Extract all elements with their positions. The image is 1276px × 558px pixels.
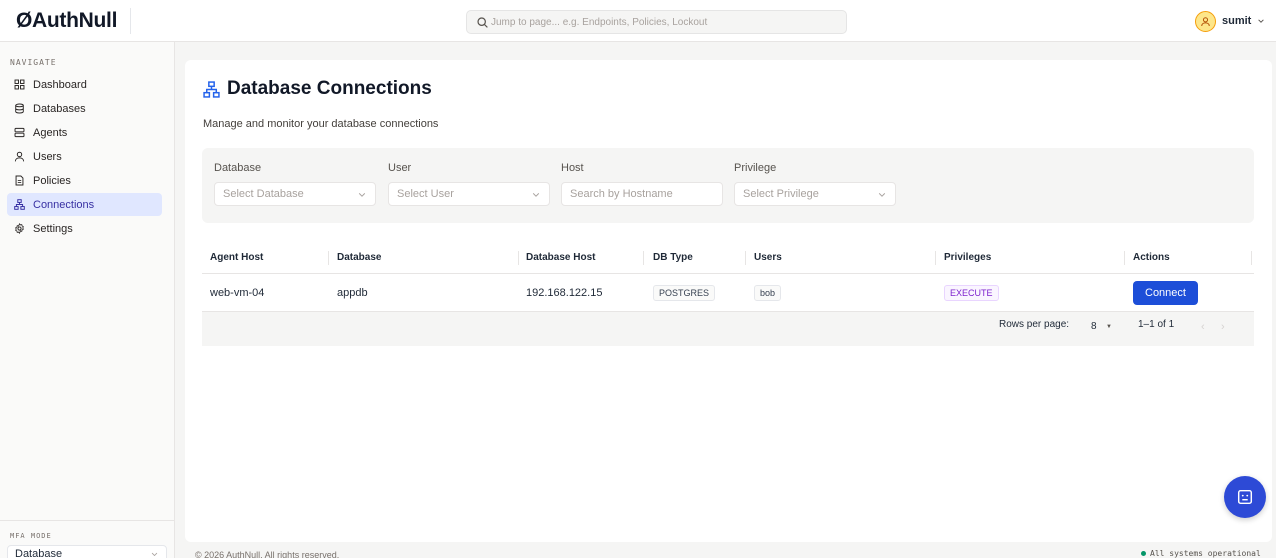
host-search-placeholder: Search by Hostname	[570, 188, 673, 200]
main-card: Database Connections Manage and monitor …	[185, 60, 1272, 542]
cell-agent-host: web-vm-04	[210, 287, 265, 299]
assistant-button[interactable]	[1224, 476, 1266, 518]
status-dot-icon	[1141, 551, 1146, 556]
mfa-mode-value: Database	[15, 548, 63, 558]
column-separator[interactable]	[1251, 251, 1252, 265]
sidebar-item-label: Databases	[33, 102, 86, 115]
search-input[interactable]	[491, 13, 841, 31]
chevron-down-icon	[878, 193, 886, 197]
filter-privilege-label: Privilege	[734, 162, 777, 174]
sidebar-item-label: Policies	[33, 174, 71, 187]
mfa-mode-section: MFA MODE Database	[0, 520, 175, 558]
host-search-input[interactable]: Search by Hostname	[561, 182, 723, 206]
sidebar-item-connections[interactable]: Connections	[7, 193, 162, 216]
previous-page-button[interactable]: ‹	[1201, 321, 1205, 333]
gear-icon	[15, 223, 24, 234]
user-menu[interactable]: sumit	[1195, 9, 1265, 33]
logo-divider	[130, 8, 131, 34]
privilege-select-placeholder: Select Privilege	[743, 188, 819, 200]
column-separator[interactable]	[328, 251, 329, 265]
database-select[interactable]: Select Database	[214, 182, 376, 206]
column-header[interactable]: Privileges	[944, 252, 991, 263]
network-icon	[203, 80, 220, 98]
column-separator[interactable]	[935, 251, 936, 265]
table-pagination: Rows per page: 8 ▼ 1–1 of 1 ‹ ›	[202, 312, 1254, 346]
db-type-badge: POSTGRES	[653, 285, 716, 301]
column-separator[interactable]	[643, 251, 644, 265]
mfa-mode-select[interactable]: Database	[7, 545, 167, 558]
column-header[interactable]: Database	[337, 252, 381, 263]
server-icon	[14, 127, 25, 138]
username: sumit	[1222, 15, 1252, 27]
chevron-down-icon	[151, 552, 158, 557]
sidebar-item-label: Users	[33, 150, 62, 163]
user-avatar-icon	[1201, 16, 1210, 26]
page-subtitle: Manage and monitor your database connect…	[203, 118, 439, 130]
rows-per-page-value: 8	[1091, 321, 1097, 332]
connections-table: Agent Host Database Database Host DB Typ…	[202, 243, 1254, 346]
page-title: Database Connections	[227, 78, 432, 99]
footer-copyright: © 2026 AuthNull. All rights reserved.	[195, 550, 340, 558]
user-select[interactable]: Select User	[388, 182, 550, 206]
filter-database-label: Database	[214, 162, 262, 174]
sidebar-item-policies[interactable]: Policies	[7, 169, 162, 192]
nav-list: Dashboard Databases Agents Users Policie…	[7, 73, 162, 241]
sidebar-item-label: Dashboard	[33, 78, 87, 91]
sidebar-item-databases[interactable]: Databases	[7, 97, 162, 120]
mfa-mode-label: MFA MODE	[10, 532, 52, 540]
sidebar-item-label: Settings	[33, 222, 73, 235]
rows-per-page-select[interactable]: 8 ▼	[1091, 321, 1112, 332]
nav-section-title: NAVIGATE	[10, 58, 57, 67]
document-icon	[15, 175, 24, 186]
connect-button[interactable]: Connect	[1133, 281, 1198, 305]
sidebar-item-dashboard[interactable]: Dashboard	[7, 73, 162, 96]
avatar[interactable]	[1195, 10, 1216, 32]
pagination-range: 1–1 of 1	[1138, 319, 1175, 330]
user-icon	[14, 151, 25, 162]
column-header[interactable]: Agent Host	[210, 252, 263, 263]
privilege-badge: EXECUTE	[944, 285, 999, 301]
column-separator[interactable]	[518, 251, 519, 265]
sidebar-item-label: Agents	[33, 126, 68, 139]
filter-host-label: Host	[561, 162, 584, 174]
column-separator[interactable]	[745, 251, 746, 265]
sidebar-item-users[interactable]: Users	[7, 145, 162, 168]
top-bar: ØAuthNull sumit	[0, 0, 1276, 42]
user-select-placeholder: Select User	[397, 188, 454, 200]
chevron-down-icon	[1258, 19, 1265, 23]
rows-per-page-label: Rows per page:	[999, 319, 1070, 330]
table-row[interactable]: web-vm-04 appdb 192.168.122.15 POSTGRES …	[202, 274, 1254, 312]
column-header[interactable]: Users	[754, 252, 782, 263]
column-header[interactable]: DB Type	[653, 252, 693, 263]
filter-user-label: User	[388, 162, 412, 174]
sidebar: NAVIGATE Dashboard Databases Agents User…	[0, 42, 175, 558]
assistant-icon	[1237, 489, 1253, 505]
sidebar-item-settings[interactable]: Settings	[7, 217, 162, 240]
search-icon	[477, 17, 488, 28]
global-search[interactable]	[466, 10, 847, 34]
app-logo[interactable]: ØAuthNull	[16, 9, 117, 33]
chevron-down-icon	[532, 193, 540, 197]
cell-database-host: 192.168.122.15	[526, 287, 603, 299]
caret-down-icon: ▼	[1106, 324, 1112, 330]
table-header: Agent Host Database Database Host DB Typ…	[202, 243, 1254, 274]
database-select-placeholder: Select Database	[223, 188, 304, 200]
sidebar-item-agents[interactable]: Agents	[7, 121, 162, 144]
privilege-select[interactable]: Select Privilege	[734, 182, 896, 206]
sidebar-item-label: Connections	[33, 198, 95, 211]
network-icon	[14, 199, 25, 210]
system-status-text: All systems operational	[1150, 549, 1261, 558]
cell-database: appdb	[337, 287, 368, 299]
column-header[interactable]: Actions	[1133, 252, 1170, 263]
column-header[interactable]: Database Host	[526, 252, 595, 263]
filters-panel: Database Select Database User Select Use…	[202, 148, 1254, 223]
database-icon	[15, 103, 24, 114]
next-page-button[interactable]: ›	[1221, 321, 1225, 333]
column-separator[interactable]	[1124, 251, 1125, 265]
chevron-down-icon	[358, 193, 366, 197]
grid-icon	[14, 79, 25, 90]
user-chip: bob	[754, 285, 782, 301]
system-status: All systems operational	[1141, 549, 1261, 558]
page-header: Database Connections	[203, 78, 432, 100]
